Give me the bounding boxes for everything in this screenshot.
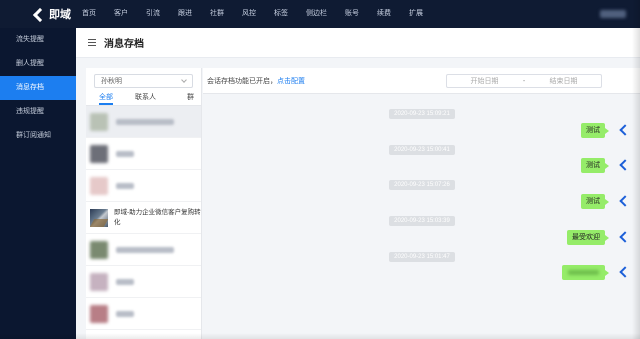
contact-tabs: 全部 联系人 群 bbox=[86, 91, 201, 106]
bubble-tail bbox=[605, 235, 609, 241]
contact-name: 即域-助力企业微信客户复购转化 bbox=[114, 208, 201, 226]
contact-name-blurred bbox=[116, 182, 134, 189]
avatar bbox=[90, 208, 108, 227]
main-content: 消息存档 孙秋明 全部 联系人 群 即域-助力企业微信客户复购转化 会话存档功能… bbox=[76, 28, 640, 339]
page-edge-shadow bbox=[632, 0, 640, 339]
account-select[interactable]: 孙秋明 bbox=[94, 74, 193, 88]
page-edge-shadow bbox=[0, 333, 640, 339]
archive-status-text: 会话存档功能已开启， bbox=[207, 77, 277, 85]
date-range-picker[interactable]: 开始日期 - 结束日期 bbox=[446, 74, 602, 88]
sidebar-item-violation-alert[interactable]: 违规提醒 bbox=[0, 100, 76, 124]
page-header: 消息存档 bbox=[76, 28, 640, 58]
avatar bbox=[90, 240, 108, 259]
nav-item-traffic[interactable]: 引流 bbox=[137, 0, 169, 28]
contact-item[interactable] bbox=[86, 266, 201, 298]
message-bubble[interactable]: 测试 bbox=[581, 194, 605, 209]
sidebar-item-message-archive[interactable]: 消息存档 bbox=[0, 76, 76, 100]
contact-name-blurred bbox=[116, 118, 174, 125]
account-select-value: 孙秋明 bbox=[101, 78, 122, 85]
brand-name: 即域 bbox=[49, 9, 71, 21]
contact-name-blurred bbox=[116, 150, 134, 157]
sender-avatar-icon bbox=[617, 266, 629, 278]
nav-item-extensions[interactable]: 扩展 bbox=[400, 0, 432, 28]
contact-item[interactable] bbox=[86, 234, 201, 266]
sidebar: 流失提醒 删人提醒 消息存档 违规提醒 群订阅通知 bbox=[0, 28, 76, 339]
page-title: 消息存档 bbox=[104, 39, 144, 50]
sender-avatar-icon bbox=[617, 124, 629, 136]
avatar bbox=[90, 272, 108, 291]
menu-toggle-icon[interactable] bbox=[88, 39, 96, 46]
sidebar-item-churn-alert[interactable]: 流失提醒 bbox=[0, 28, 76, 52]
start-date-input[interactable]: 开始日期 bbox=[447, 76, 522, 86]
contact-panel: 孙秋明 全部 联系人 群 即域-助力企业微信客户复购转化 bbox=[86, 68, 202, 339]
message-bubble[interactable]: 最受欢迎 bbox=[567, 230, 605, 245]
contact-item[interactable]: 即域-助力企业微信客户复购转化 bbox=[86, 202, 201, 234]
bubble-tail bbox=[605, 163, 609, 169]
nav-item-tags[interactable]: 标签 bbox=[265, 0, 297, 28]
top-nav-bar: 即域 首页 客户 引流 跟进 社群 风控 标签 侧边栏 账号 续费 扩展 bbox=[0, 0, 640, 28]
message-bubble[interactable]: 测试 bbox=[581, 123, 605, 138]
nav-item-risk-control[interactable]: 风控 bbox=[233, 0, 265, 28]
message-timestamp: 2020-09-23 15:01:47 bbox=[389, 252, 455, 262]
sender-avatar-icon bbox=[617, 195, 629, 207]
chat-panel: 会话存档功能已开启，点击配置 开始日期 - 结束日期 2020-09-23 15… bbox=[203, 68, 640, 339]
chat-toolbar: 会话存档功能已开启，点击配置 开始日期 - 结束日期 bbox=[203, 68, 640, 94]
sidebar-item-group-subscription[interactable]: 群订阅通知 bbox=[0, 124, 76, 148]
contact-item[interactable] bbox=[86, 106, 201, 138]
main-nav: 首页 客户 引流 跟进 社群 风控 标签 侧边栏 账号 续费 扩展 bbox=[76, 0, 432, 28]
bubble-tail bbox=[605, 128, 609, 134]
avatar bbox=[90, 144, 108, 163]
nav-item-accounts[interactable]: 账号 bbox=[336, 0, 368, 28]
message-bubble-blurred[interactable] bbox=[562, 265, 605, 280]
nav-item-sidebar[interactable]: 侧边栏 bbox=[297, 0, 336, 28]
tab-contacts[interactable]: 联系人 bbox=[135, 91, 156, 105]
nav-item-home[interactable]: 首页 bbox=[76, 0, 105, 28]
nav-item-community[interactable]: 社群 bbox=[201, 0, 233, 28]
message-timestamp: 2020-09-23 15:03:39 bbox=[389, 216, 455, 226]
message-timestamp: 2020-09-23 15:07:26 bbox=[389, 180, 455, 190]
brand-mark-icon bbox=[34, 8, 46, 20]
nav-item-followup[interactable]: 跟进 bbox=[169, 0, 201, 28]
chevron-down-icon bbox=[181, 77, 187, 83]
avatar bbox=[90, 112, 108, 131]
archive-status-note: 会话存档功能已开启，点击配置 bbox=[207, 76, 305, 86]
contact-name-blurred bbox=[116, 310, 134, 317]
avatar bbox=[90, 304, 108, 323]
end-date-input[interactable]: 结束日期 bbox=[526, 76, 601, 86]
contact-item[interactable] bbox=[86, 138, 201, 170]
configure-link[interactable]: 点击配置 bbox=[277, 78, 305, 85]
message-bubble[interactable]: 测试 bbox=[581, 158, 605, 173]
nav-item-renewal[interactable]: 续费 bbox=[368, 0, 400, 28]
bubble-tail bbox=[605, 270, 609, 276]
sender-avatar-icon bbox=[617, 159, 629, 171]
user-info-blurred bbox=[600, 10, 626, 18]
brand-logo[interactable]: 即域 bbox=[0, 0, 76, 28]
contact-name-blurred bbox=[116, 246, 174, 253]
sender-avatar-icon bbox=[617, 231, 629, 243]
tab-groups[interactable]: 群 bbox=[187, 91, 194, 105]
sidebar-item-deletion-alert[interactable]: 删人提醒 bbox=[0, 52, 76, 76]
tab-all[interactable]: 全部 bbox=[99, 91, 113, 105]
avatar bbox=[90, 176, 108, 195]
contact-item[interactable] bbox=[86, 170, 201, 202]
nav-item-customers[interactable]: 客户 bbox=[105, 0, 137, 28]
bubble-tail bbox=[605, 199, 609, 205]
message-timestamp: 2020-09-23 15:00:41 bbox=[389, 145, 455, 155]
message-timestamp: 2020-09-23 15:09:21 bbox=[389, 109, 455, 119]
contact-item[interactable] bbox=[86, 298, 201, 330]
contact-name-blurred bbox=[116, 278, 134, 285]
